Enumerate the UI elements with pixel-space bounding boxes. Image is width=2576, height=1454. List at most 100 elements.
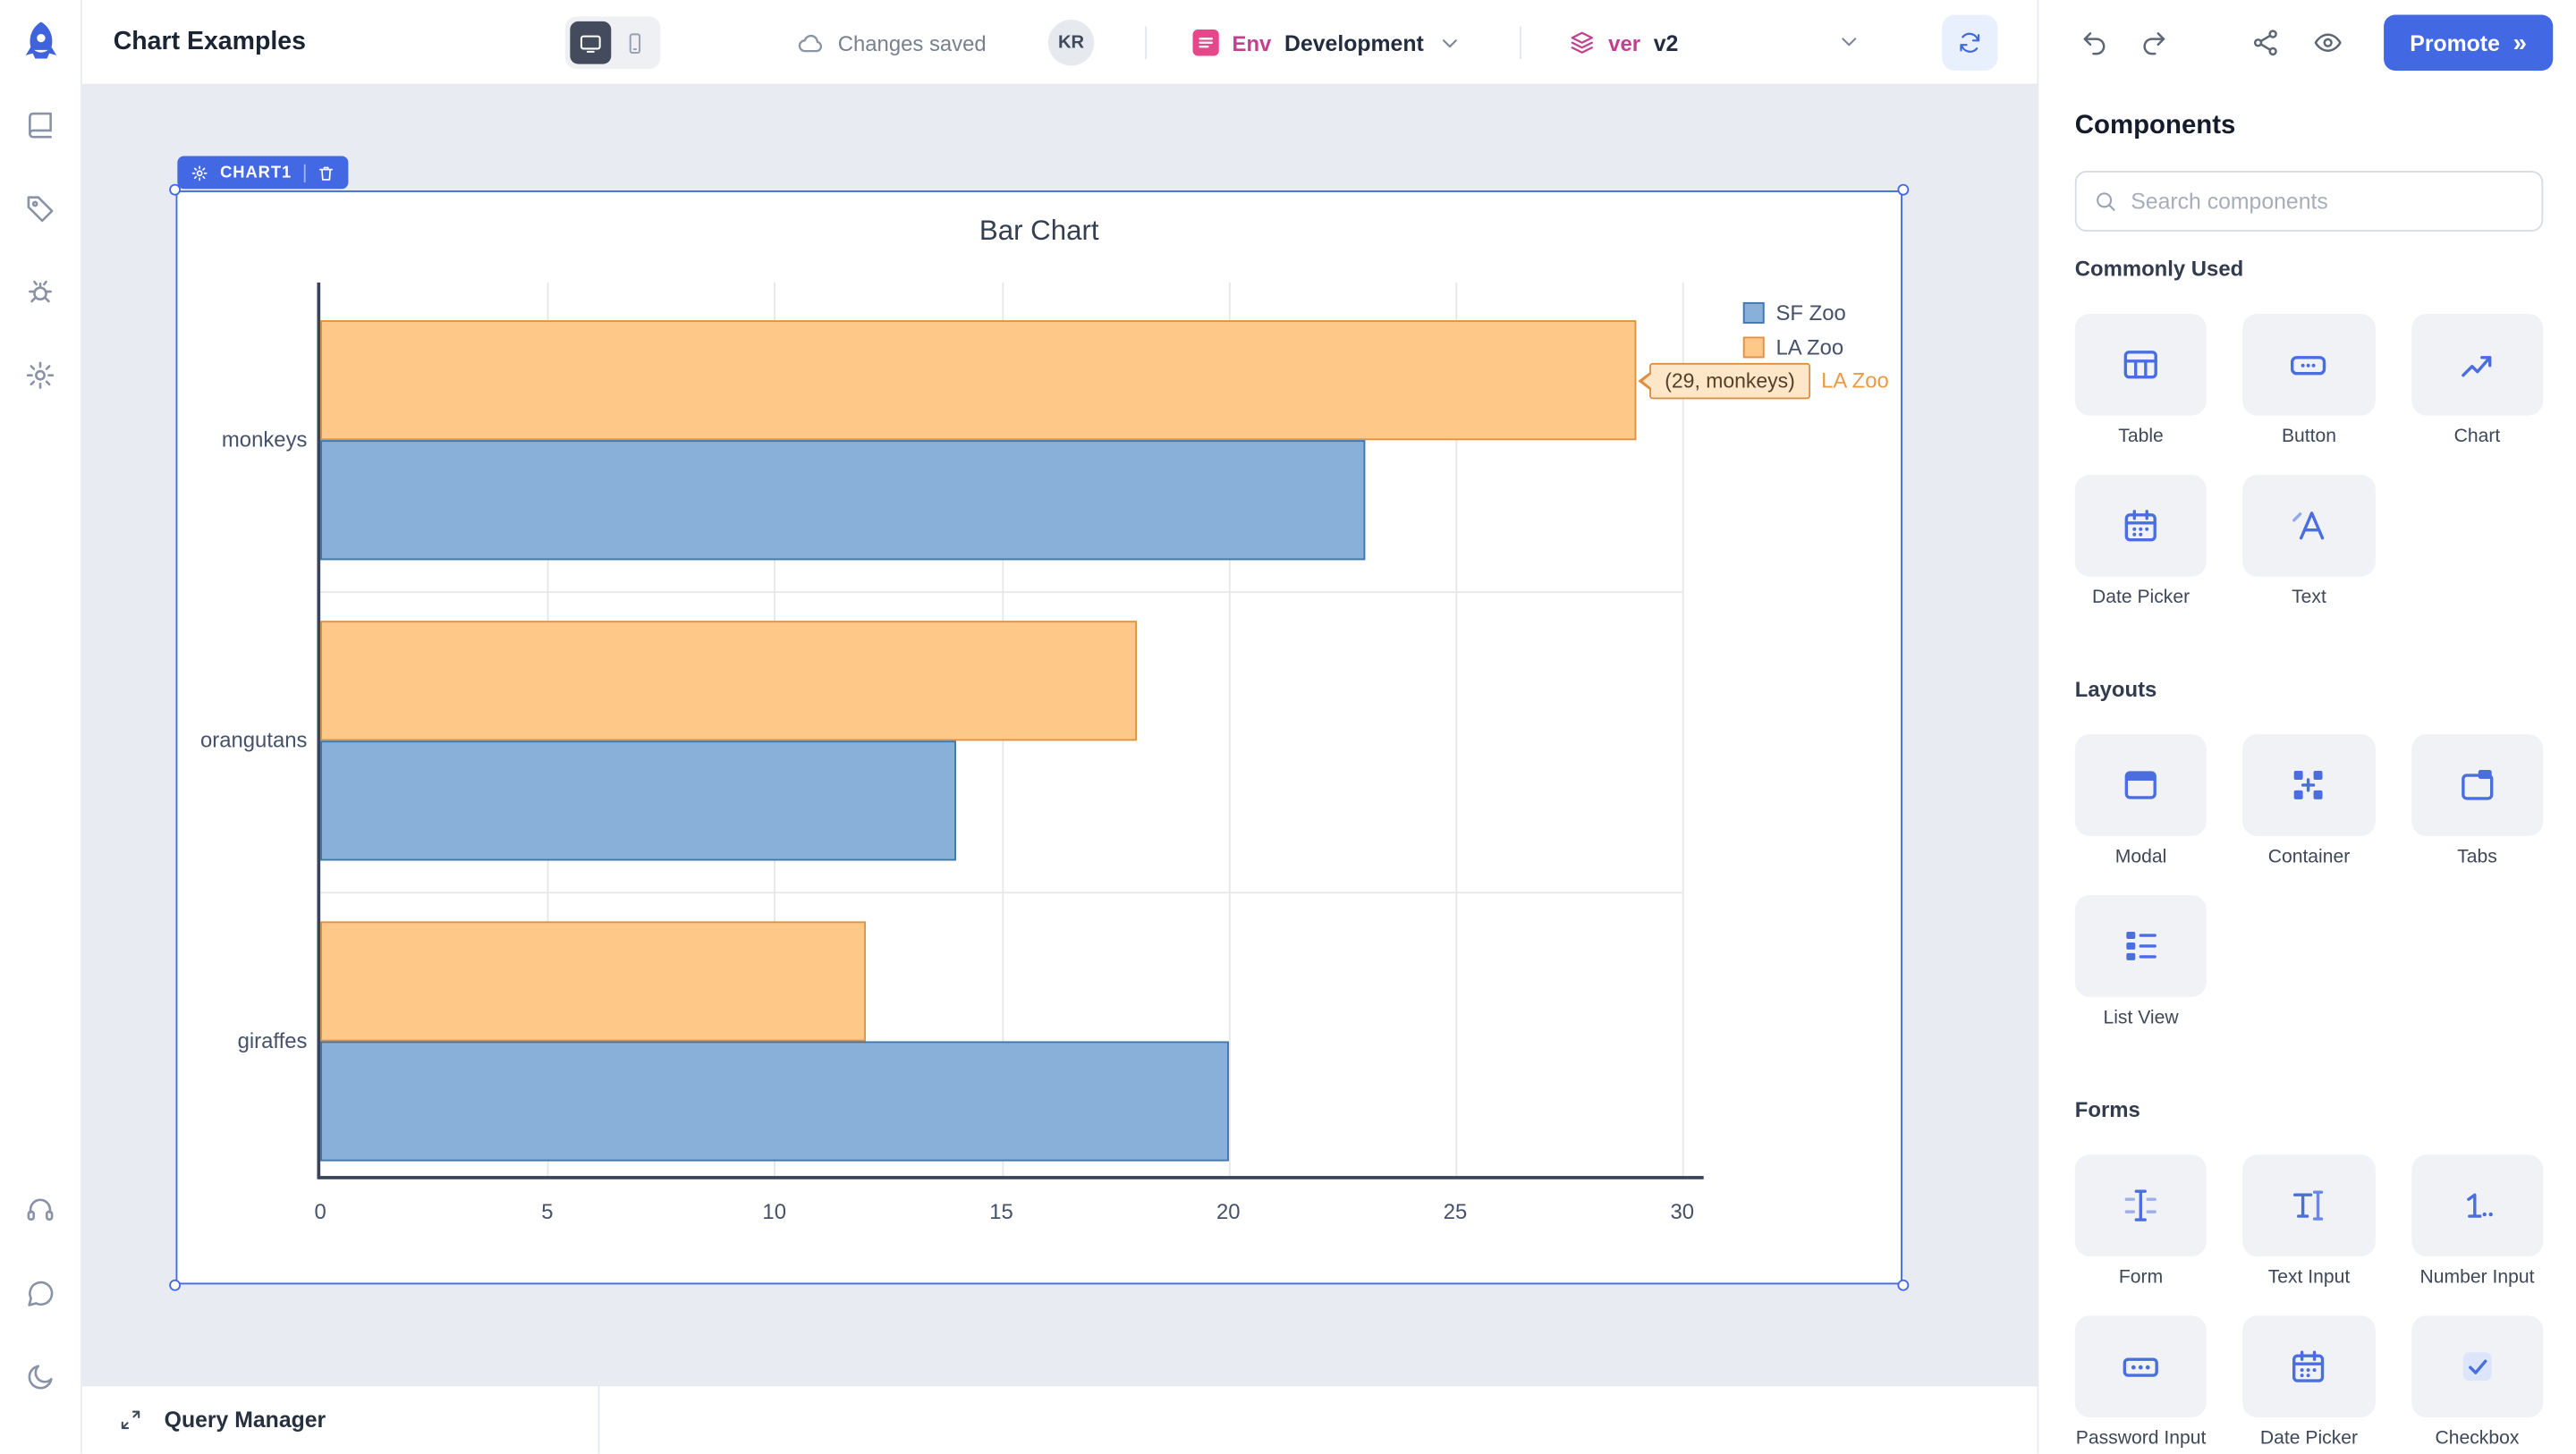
resize-handle-sw[interactable] [169, 1280, 181, 1291]
environment-selector[interactable]: Env Development [1192, 0, 1462, 86]
component-label: List View [2075, 1007, 2207, 1030]
legend-swatch-la-zoo [1743, 336, 1765, 358]
double-chevron-icon: » [2513, 29, 2527, 56]
number-input-icon [2456, 1184, 2499, 1227]
component-card-box [2243, 1315, 2376, 1417]
query-manager-title: Query Manager [165, 1408, 326, 1433]
component-label: Table [2075, 426, 2207, 449]
button-icon [2288, 343, 2331, 386]
search-icon [2093, 189, 2118, 214]
x-gridline [1682, 283, 1684, 1178]
component-card-list-view[interactable]: List View [2075, 895, 2207, 1030]
component-card-container[interactable]: Container [2243, 734, 2376, 869]
legend-item[interactable]: LA Zoo [1743, 334, 1846, 359]
dark-mode-moon-button[interactable] [11, 1347, 70, 1406]
widget-tag[interactable]: CHART1 [177, 156, 347, 189]
section-title: Commonly Used [2075, 257, 2543, 282]
chart-legend: SF Zoo LA Zoo [1743, 299, 1846, 359]
preview-eye-button[interactable] [2311, 26, 2344, 59]
bar-sf-zoo-giraffes[interactable] [320, 1041, 1228, 1161]
component-card-password-input[interactable]: Password Input [2075, 1315, 2207, 1450]
trash-icon[interactable] [317, 164, 335, 182]
bar-la-zoo-orangutans[interactable] [320, 621, 1138, 740]
component-card-date-picker[interactable]: Date Picker [2243, 1315, 2376, 1450]
component-card-table[interactable]: Table [2075, 314, 2207, 449]
component-card-date-picker[interactable]: Date Picker [2075, 475, 2207, 610]
text-input-icon [2288, 1184, 2331, 1227]
app-builder: Chart Examples Changes saved KR Env Deve… [0, 0, 2576, 1454]
share-button[interactable] [2249, 26, 2282, 59]
debugger-bug-button[interactable] [11, 261, 70, 320]
version-chevron-down-icon[interactable] [1836, 30, 1861, 55]
component-grid: Form Text Input Number Input Password Input… [2075, 1154, 2543, 1450]
bar-la-zoo-monkeys[interactable] [320, 320, 1637, 440]
table-icon [2120, 343, 2163, 386]
bar-sf-zoo-monkeys[interactable] [320, 440, 1364, 560]
legend-label: SF Zoo [1776, 300, 1846, 325]
y-axis-line [317, 283, 320, 1178]
component-card-chart[interactable]: Chart [2411, 314, 2544, 449]
marketplace-tag-button[interactable] [11, 177, 70, 236]
component-label: Password Input [2075, 1427, 2207, 1450]
checkbox-icon [2456, 1345, 2499, 1388]
bar-la-zoo-giraffes[interactable] [320, 921, 865, 1041]
chart-widget[interactable]: CHART1 Bar Chart 051015202530monkeysoran… [176, 190, 1902, 1284]
category-separator [320, 891, 1682, 892]
component-card-form[interactable]: Form [2075, 1154, 2207, 1289]
divider [1520, 26, 1521, 59]
component-label: Tabs [2411, 846, 2544, 869]
component-label: Text [2243, 587, 2376, 610]
resize-handle-ne[interactable] [1897, 184, 1909, 196]
component-card-box [2243, 1154, 2376, 1256]
redo-button[interactable] [2138, 26, 2171, 59]
x-axis-tick: 20 [1187, 1199, 1269, 1224]
search-input[interactable] [2131, 189, 2525, 214]
chart-icon [2456, 343, 2499, 386]
calendar-icon [2120, 504, 2163, 547]
editor-canvas[interactable]: CHART1 Bar Chart 051015202530monkeysoran… [82, 86, 2038, 1385]
bar-sf-zoo-orangutans[interactable] [320, 740, 956, 860]
desktop-toggle-button[interactable] [570, 21, 611, 64]
component-card-number-input[interactable]: Number Input [2411, 1154, 2544, 1289]
promote-button[interactable]: Promote » [2384, 15, 2553, 71]
rocket-logo-icon[interactable] [15, 18, 64, 67]
component-label: Container [2243, 846, 2376, 869]
components-panel-title: Components [2075, 112, 2236, 141]
pages-button[interactable] [11, 94, 70, 153]
avatar[interactable]: KR [1048, 20, 1094, 65]
component-card-box [2243, 314, 2376, 416]
resize-handle-se[interactable] [1897, 1280, 1909, 1291]
x-axis-tick: 10 [733, 1199, 816, 1224]
legend-swatch-sf-zoo [1743, 301, 1765, 323]
mobile-toggle-button[interactable] [614, 21, 656, 64]
settings-gear-button[interactable] [11, 345, 70, 404]
component-card-tabs[interactable]: Tabs [2411, 734, 2544, 869]
version-selector[interactable]: ver v2 [1569, 0, 1678, 86]
category-separator [320, 590, 1682, 592]
help-headset-button[interactable] [11, 1179, 70, 1238]
component-label: Form [2075, 1266, 2207, 1289]
undo-button[interactable] [2078, 26, 2111, 59]
divider [303, 164, 305, 182]
form-icon [2120, 1184, 2163, 1227]
gear-icon[interactable] [191, 164, 208, 182]
component-card-box [2075, 1315, 2207, 1417]
bar-chart: Bar Chart 051015202530monkeysorangutansg… [179, 194, 1899, 1281]
component-card-button[interactable]: Button [2243, 314, 2376, 449]
chart-plot-area: 051015202530monkeysorangutansgiraffes(29… [179, 194, 1899, 1281]
device-preview-toggle [565, 16, 661, 69]
x-axis-tick: 25 [1414, 1199, 1496, 1224]
cloud-icon [797, 29, 825, 56]
legend-item[interactable]: SF Zoo [1743, 299, 1846, 325]
tooltip-series-label: LA Zoo [1821, 368, 1889, 393]
chat-bubble-button[interactable] [11, 1263, 70, 1322]
component-card-checkbox[interactable]: Checkbox [2411, 1315, 2544, 1450]
query-manager-header[interactable]: Query Manager [82, 1386, 600, 1453]
component-card-text[interactable]: Text [2243, 475, 2376, 610]
section-title: Layouts [2075, 677, 2543, 702]
component-card-text-input[interactable]: Text Input [2243, 1154, 2376, 1289]
component-card-box [2243, 475, 2376, 577]
sync-refresh-button[interactable] [1942, 15, 1997, 71]
component-card-modal[interactable]: Modal [2075, 734, 2207, 869]
widget-tag-label: CHART1 [220, 164, 292, 182]
